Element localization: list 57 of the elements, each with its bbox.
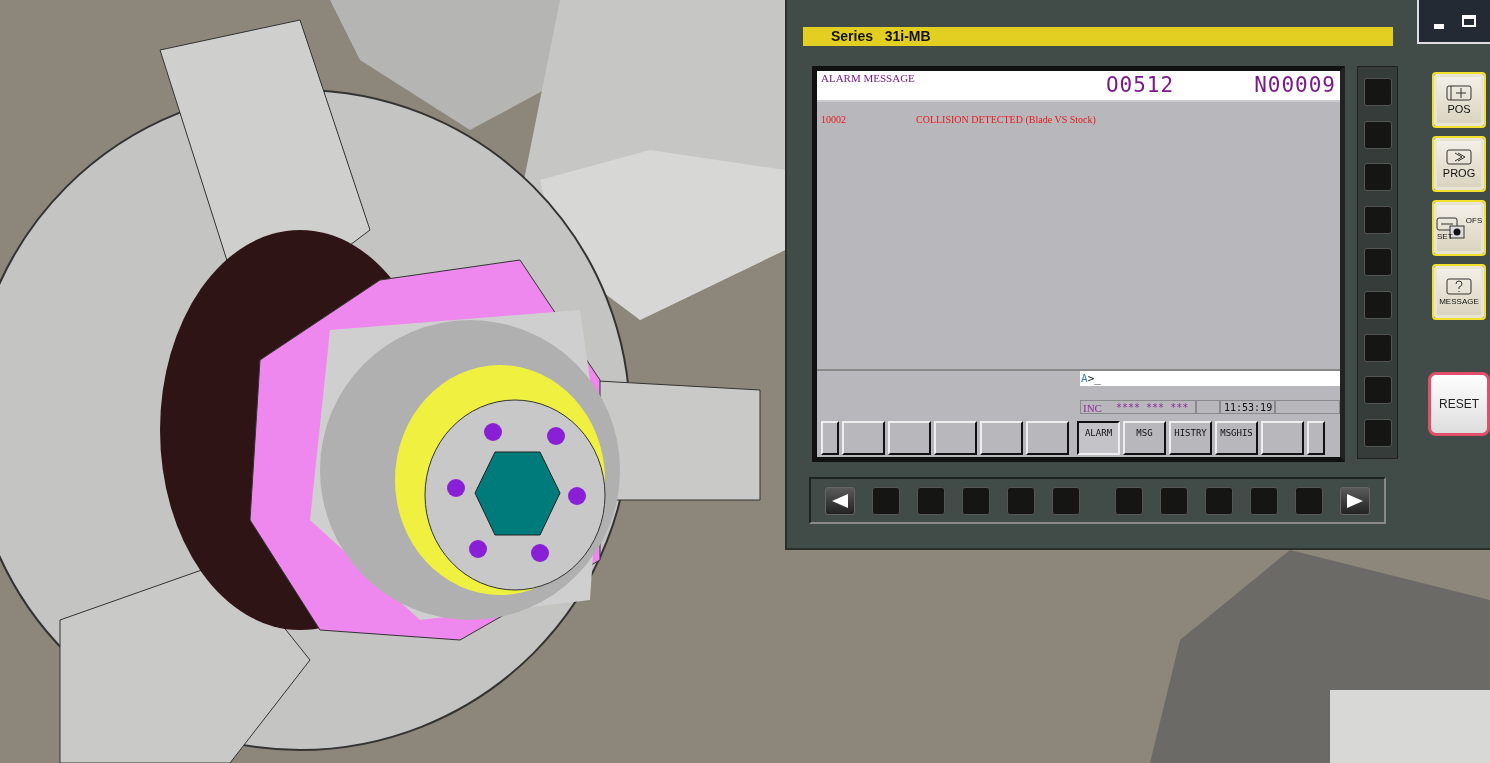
offset-icon — [1435, 215, 1466, 240]
soft-key[interactable] — [1007, 486, 1036, 515]
softkey[interactable] — [934, 421, 977, 455]
softkey[interactable] — [1261, 421, 1304, 455]
crosshair-icon — [1446, 85, 1472, 101]
softkey[interactable] — [888, 421, 931, 455]
side-key[interactable] — [1363, 78, 1392, 107]
softkey[interactable]: MSG — [1123, 421, 1166, 455]
series-label: Series 31i-MB — [803, 27, 1393, 46]
soft-key[interactable] — [1294, 486, 1323, 515]
status-cell — [1275, 400, 1340, 414]
softkey[interactable] — [821, 421, 839, 455]
soft-key[interactable] — [1114, 486, 1143, 515]
side-key[interactable] — [1363, 120, 1392, 149]
side-key[interactable] — [1363, 291, 1392, 319]
function-key[interactable]: MESSAGE — [1432, 264, 1486, 320]
alarm-code: 10002 — [821, 114, 847, 125]
right-arrow-key[interactable] — [1339, 486, 1370, 515]
side-key[interactable] — [1363, 376, 1392, 405]
side-key[interactable] — [1363, 163, 1392, 192]
soft-key[interactable] — [1204, 486, 1233, 515]
soft-key[interactable] — [1052, 486, 1081, 515]
side-key[interactable] — [1363, 333, 1392, 362]
side-key[interactable] — [1363, 205, 1392, 234]
side-key[interactable] — [1363, 248, 1392, 277]
soft-key[interactable] — [962, 486, 991, 515]
left-arrow-key[interactable] — [825, 486, 856, 515]
soft-key[interactable] — [872, 486, 901, 515]
chevron-icon — [1446, 149, 1472, 165]
screen-title: ALARM MESSAGE — [821, 72, 916, 84]
side-key[interactable] — [1363, 418, 1392, 447]
minimize-icon[interactable] — [1433, 23, 1444, 29]
right-triangle-icon — [1346, 493, 1363, 508]
program-number: O0512 — [1105, 73, 1175, 97]
input-field[interactable]: A>_ — [1080, 371, 1340, 386]
sequence-number: N00009 — [1254, 73, 1336, 97]
soft-key[interactable] — [917, 486, 946, 515]
softkey[interactable] — [980, 421, 1023, 455]
soft-key[interactable] — [1159, 486, 1188, 515]
reset-key[interactable]: RESET — [1428, 372, 1490, 436]
function-key[interactable]: OFS SET — [1432, 200, 1486, 256]
maximize-icon[interactable] — [1461, 15, 1476, 27]
function-key[interactable]: POS — [1432, 72, 1486, 128]
softkey[interactable] — [1307, 421, 1325, 455]
status-cell: INC **** *** *** — [1080, 400, 1196, 414]
softkey[interactable] — [1026, 421, 1069, 455]
function-key[interactable]: PROG — [1432, 136, 1486, 192]
softkey[interactable]: MSGHIS — [1215, 421, 1258, 455]
softkey[interactable]: ALARM — [1077, 421, 1120, 455]
clock-text: 11:53:19 — [1220, 400, 1275, 414]
left-triangle-icon — [832, 493, 849, 508]
question-icon — [1446, 278, 1472, 295]
alarm-message: COLLISION DETECTED (Blade VS Stock) — [916, 114, 1096, 125]
softkey[interactable]: HISTRY — [1169, 421, 1212, 455]
softkey[interactable] — [842, 421, 885, 455]
status-cell — [1196, 400, 1220, 414]
soft-key[interactable] — [1249, 486, 1278, 515]
